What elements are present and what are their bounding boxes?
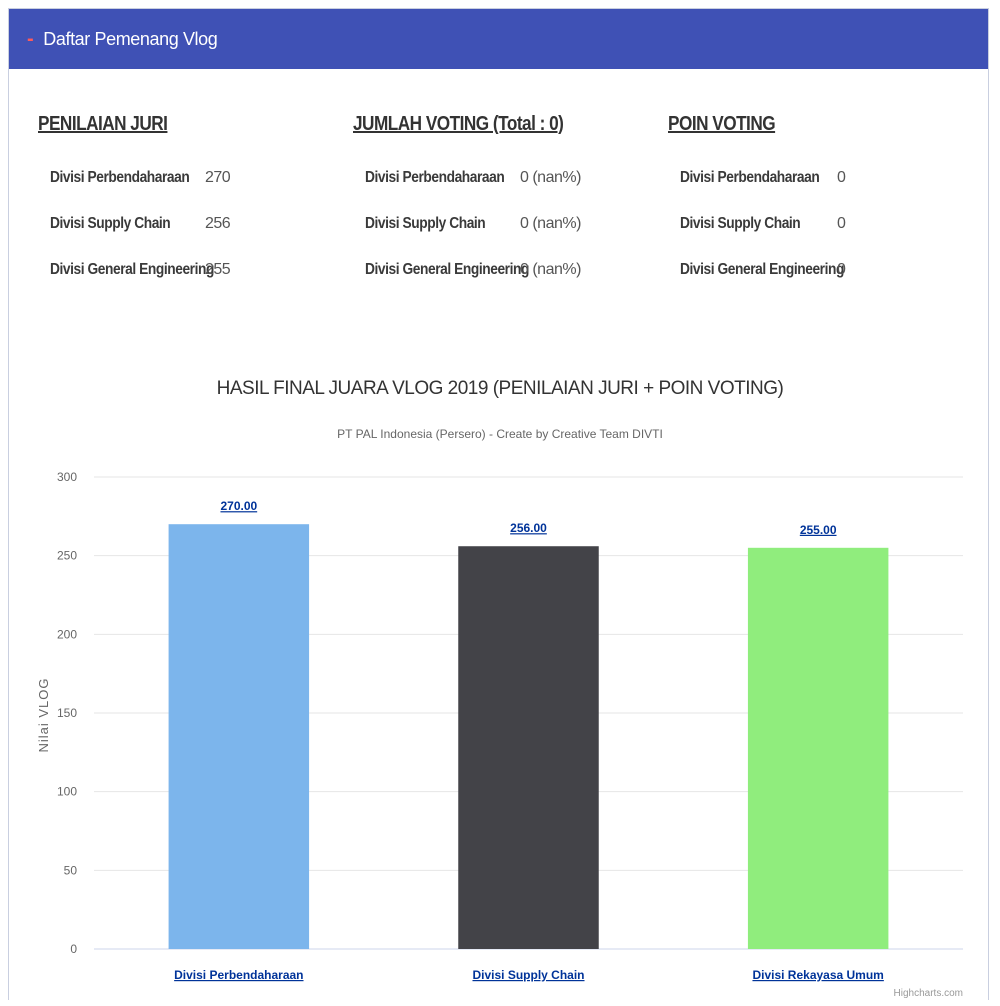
- bar[interactable]: [168, 524, 310, 949]
- poin-row: Divisi General Engineering 0: [680, 261, 871, 279]
- voting-row: Divisi Perbendaharaan 0 (nan%): [365, 169, 581, 187]
- bar[interactable]: [458, 546, 599, 949]
- juri-title: PENILAIAN JURI: [38, 113, 168, 135]
- chart-svg: HASIL FINAL JUARA VLOG 2019 (PENILAIAN J…: [36, 378, 963, 999]
- data-label[interactable]: 270.00: [220, 499, 257, 513]
- y-tick-label: 50: [64, 863, 78, 877]
- voting-row: Divisi Supply Chain 0 (nan%): [365, 215, 581, 233]
- x-category-label[interactable]: Divisi Rekayasa Umum: [752, 968, 883, 982]
- poin-row-value: 0: [837, 215, 846, 232]
- y-tick-label: 300: [57, 470, 77, 484]
- y-tick-label: 200: [57, 627, 77, 641]
- y-tick-label: 0: [70, 942, 77, 956]
- chart-subtitle: PT PAL Indonesia (Persero) - Create by C…: [337, 427, 663, 441]
- poin-row-label: Divisi General Engineering: [680, 261, 844, 278]
- voting-row: Divisi General Engineering 0 (nan%): [365, 261, 581, 279]
- juri-row-label: Divisi Perbendaharaan: [50, 169, 190, 186]
- vlog-winners-panel: - Daftar Pemenang Vlog PENILAIAN JURI Di…: [8, 8, 989, 1000]
- y-axis-label: Nilai VLOG: [36, 677, 51, 752]
- juri-row-value: 270: [205, 169, 231, 186]
- bar[interactable]: [747, 547, 889, 949]
- y-tick-label: 150: [57, 706, 77, 720]
- poin-row-label: Divisi Perbendaharaan: [680, 169, 820, 186]
- poin-row: Divisi Perbendaharaan 0: [680, 169, 846, 187]
- voting-column: JUMLAH VOTING (Total : 0) Divisi Perbend…: [353, 113, 653, 278]
- data-label[interactable]: 256.00: [510, 521, 547, 535]
- y-tick-label: 250: [57, 549, 77, 563]
- juri-column: PENILAIAN JURI Divisi Perbendaharaan 270…: [38, 113, 338, 278]
- poin-row: Divisi Supply Chain 0: [680, 215, 846, 233]
- juri-row-label: Divisi General Engineering: [50, 261, 214, 278]
- highcharts-credit[interactable]: Highcharts.com: [894, 988, 963, 999]
- voting-row-value: 0 (nan%): [520, 261, 581, 278]
- juri-row: Divisi General Engineering 255: [50, 261, 241, 279]
- x-category-label[interactable]: Divisi Supply Chain: [472, 968, 584, 982]
- voting-row-label: Divisi Perbendaharaan: [365, 169, 505, 186]
- poin-row-label: Divisi Supply Chain: [680, 215, 801, 232]
- collapse-icon[interactable]: -: [27, 29, 34, 49]
- voting-row-value: 0 (nan%): [520, 169, 581, 186]
- data-label[interactable]: 255.00: [800, 523, 837, 537]
- juri-row-value: 255: [205, 261, 231, 278]
- stats-section: PENILAIAN JURI Divisi Perbendaharaan 270…: [9, 113, 988, 293]
- voting-row-label: Divisi General Engineering: [365, 261, 529, 278]
- voting-row-value: 0 (nan%): [520, 215, 581, 232]
- x-category-label[interactable]: Divisi Perbendaharaan: [174, 968, 303, 982]
- panel-title: Daftar Pemenang Vlog: [43, 28, 218, 49]
- panel-header[interactable]: - Daftar Pemenang Vlog: [9, 9, 988, 69]
- chart-title: HASIL FINAL JUARA VLOG 2019 (PENILAIAN J…: [217, 378, 784, 399]
- vlog-results-chart: HASIL FINAL JUARA VLOG 2019 (PENILAIAN J…: [9, 369, 990, 1001]
- poin-row-value: 0: [837, 169, 846, 186]
- y-tick-label: 100: [57, 785, 77, 799]
- juri-row: Divisi Supply Chain 256: [50, 215, 231, 233]
- poin-column: POIN VOTING Divisi Perbendaharaan 0 Divi…: [668, 113, 968, 278]
- juri-row-value: 256: [205, 215, 231, 232]
- juri-row-label: Divisi Supply Chain: [50, 215, 171, 232]
- voting-row-label: Divisi Supply Chain: [365, 215, 486, 232]
- poin-row-value: 0: [837, 261, 846, 278]
- poin-title: POIN VOTING: [668, 113, 776, 135]
- juri-row: Divisi Perbendaharaan 270: [50, 169, 231, 187]
- voting-title: JUMLAH VOTING (Total : 0): [353, 113, 564, 135]
